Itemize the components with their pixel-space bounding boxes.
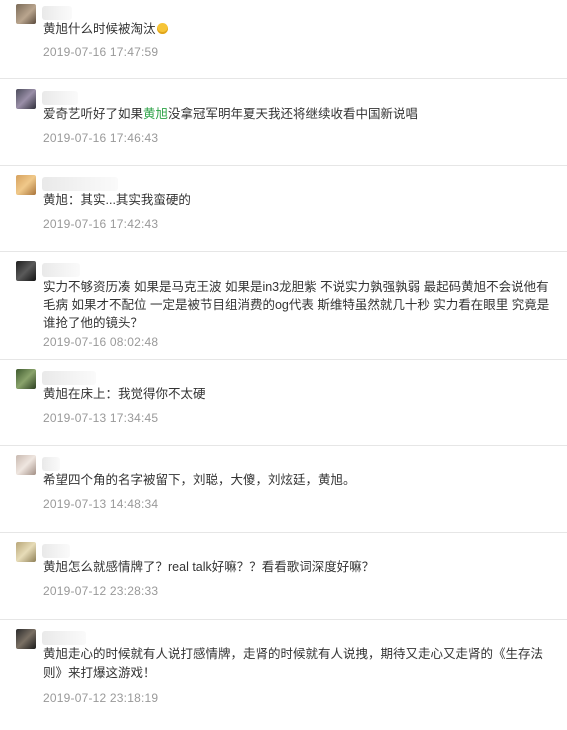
highlighted-keyword: 黄旭 — [143, 107, 169, 121]
comment-text: 希望四个角的名字被留下，刘聪，大傻，刘炫廷，黄旭。 — [43, 473, 356, 487]
comment-text: 黄旭：其实...其实我蛮硬的 — [43, 193, 191, 207]
username-blurred[interactable] — [42, 544, 70, 558]
comment-time: 2019-07-13 14:48:34 — [43, 497, 159, 511]
comment-item: 爱奇艺听好了如果黄旭没拿冠军明年夏天我还将继续收看中国新说唱 2019-07-1… — [0, 79, 567, 166]
comment-item: 黄旭在床上：我觉得你不太硬 2019-07-13 17:34:45 — [0, 360, 567, 446]
comment-text: 实力不够资历凑 如果是马克王波 如果是in3龙胆紫 不说实力孰强孰弱 最起码黄旭… — [43, 280, 550, 330]
comment-time: 2019-07-16 17:47:59 — [43, 45, 159, 59]
avatar[interactable] — [16, 261, 36, 281]
avatar[interactable] — [16, 4, 36, 24]
comment-time: 2019-07-13 17:34:45 — [43, 411, 159, 425]
username-blurred[interactable] — [42, 371, 96, 385]
comment-time: 2019-07-12 23:28:33 — [43, 584, 159, 598]
comment-text: 爱奇艺听好了如果黄旭没拿冠军明年夏天我还将继续收看中国新说唱 — [43, 107, 419, 121]
comment-item: 希望四个角的名字被留下，刘聪，大傻，刘炫廷，黄旭。 2019-07-13 14:… — [0, 446, 567, 533]
avatar[interactable] — [16, 89, 36, 109]
username-blurred[interactable] — [42, 631, 86, 645]
comment-time: 2019-07-12 23:18:19 — [43, 691, 159, 705]
avatar[interactable] — [16, 455, 36, 475]
comment-time: 2019-07-16 17:42:43 — [43, 217, 159, 231]
username-blurred[interactable] — [42, 91, 78, 105]
comment-time: 2019-07-16 08:02:48 — [43, 335, 159, 349]
comment-time: 2019-07-16 17:46:43 — [43, 131, 159, 145]
comment-item: 黄旭怎么就感情牌了？real talk好嘛？？看看歌词深度好嘛？ 2019-07… — [0, 533, 567, 620]
comment-item: 黄旭什么时候被淘汰 2019-07-16 17:47:59 — [0, 0, 567, 79]
comment-text: 黄旭什么时候被淘汰 — [43, 20, 559, 39]
comment-list: 黄旭什么时候被淘汰 2019-07-16 17:47:59 爱奇艺听好了如果黄旭… — [0, 0, 567, 730]
comment-item: 黄旭：其实...其实我蛮硬的 2019-07-16 17:42:43 — [0, 166, 567, 252]
avatar[interactable] — [16, 175, 36, 195]
comment-text: 黄旭怎么就感情牌了？real talk好嘛？？看看歌词深度好嘛？ — [43, 560, 375, 574]
avatar[interactable] — [16, 369, 36, 389]
comment-item: 实力不够资历凑 如果是马克王波 如果是in3龙胆紫 不说实力孰强孰弱 最起码黄旭… — [0, 252, 567, 360]
comment-text: 黄旭在床上：我觉得你不太硬 — [43, 387, 206, 401]
username-blurred[interactable] — [42, 6, 72, 20]
username-blurred[interactable] — [42, 457, 60, 471]
slightly-smiling-face-emoji-icon — [156, 23, 168, 34]
comment-item: 黄旭走心的时候就有人说打感情牌，走肾的时候就有人说拽，期待又走心又走肾的《生存法… — [0, 620, 567, 730]
comment-text: 黄旭走心的时候就有人说打感情牌，走肾的时候就有人说拽，期待又走心又走肾的《生存法… — [43, 647, 544, 680]
avatar[interactable] — [16, 542, 36, 562]
avatar[interactable] — [16, 629, 36, 649]
username-blurred[interactable] — [42, 177, 118, 191]
username-blurred[interactable] — [42, 263, 80, 277]
